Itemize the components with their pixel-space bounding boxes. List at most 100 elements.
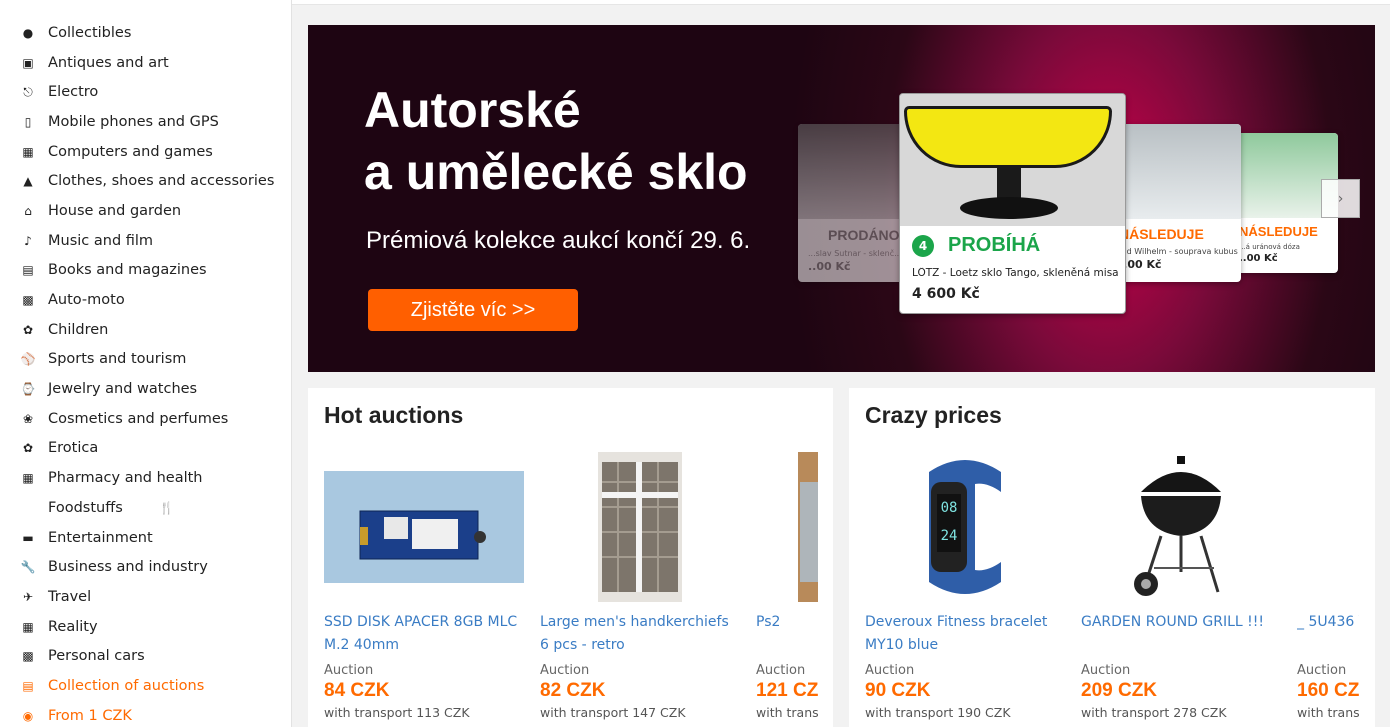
music-note-icon: ♪ (24, 233, 32, 248)
sidebar-item-label: Sports and tourism (48, 351, 187, 368)
svg-text:08: 08 (941, 500, 958, 516)
product-price: 209 CZK (1081, 680, 1158, 701)
auction-card-status: PROBÍHÁ (948, 234, 1041, 256)
sidebar-item-from-1-czk[interactable]: ◉ From 1 CZK (0, 701, 291, 727)
product-transport-price: with transport 278 CZK (1081, 705, 1227, 720)
sidebar-item-label: Personal cars (48, 648, 145, 665)
sidebar-item-auto-moto[interactable]: ▩ Auto-moto (0, 285, 291, 315)
crazy-prices-title: Crazy prices (865, 402, 1002, 428)
sidebar-item-label: Clothes, shoes and accessories (48, 173, 275, 190)
gamepad-icon: ▦ (22, 144, 34, 159)
sidebar-item-label: Electro (48, 84, 99, 101)
sidebar-item-foodstuffs[interactable]: Foodstuffs 🍴 (0, 493, 291, 523)
sidebar-item-label: Reality (48, 618, 98, 635)
sidebar-item-label: Jewelry and watches (48, 381, 198, 398)
sidebar-item-clothes[interactable]: ▲ Clothes, shoes and accessories (0, 166, 291, 196)
sidebar-item-collectibles[interactable]: ● Collectibles (0, 18, 291, 48)
coins-icon: ● (22, 25, 34, 40)
sidebar-item-music[interactable]: ♪ Music and film (0, 226, 291, 256)
sidebar-item-label: Books and magazines (48, 262, 207, 279)
sidebar-item-collection-of-auctions[interactable]: ▤ Collection of auctions (0, 671, 291, 701)
sidebar-item-business[interactable]: 🔧 Business and industry (0, 552, 291, 582)
clapper-icon: ▬ (22, 530, 34, 545)
sidebar-item-label: Erotica (48, 440, 99, 457)
hot-auctions-panel: Hot auctions SSD DISK APACER 8GB MLC M.2… (308, 388, 833, 727)
auction-number-badge: 4 (912, 234, 934, 257)
product-image[interactable] (798, 452, 818, 602)
sidebar-item-label: From 1 CZK (48, 707, 132, 724)
glass-bowl-shape (904, 106, 1112, 168)
sidebar-item-entertainment[interactable]: ▬ Entertainment (0, 523, 291, 553)
sidebar-item-pharmacy[interactable]: ▦ Pharmacy and health (0, 463, 291, 493)
product-image[interactable] (324, 452, 524, 602)
stroller-icon: ✿ (22, 322, 34, 337)
product-image[interactable]: 08 24 (915, 452, 1015, 602)
product-image[interactable] (1297, 452, 1359, 602)
open-book-icon: ▤ (22, 678, 34, 693)
product-price: 160 CZK (1297, 680, 1359, 701)
coin-icon: ◉ (22, 708, 34, 723)
sidebar-item-erotica[interactable]: ✿ Erotica (0, 434, 291, 464)
auction-card-desc: ...d Wilhelm - souprava kubus (1119, 247, 1238, 256)
sidebar-item-personal-cars[interactable]: ▩ Personal cars (0, 641, 291, 671)
product-transport-price: with transport (1297, 705, 1359, 720)
product-type: Auction (1081, 663, 1131, 678)
sidebar-item-antiques[interactable]: ▣ Antiques and art (0, 48, 291, 78)
banner-subtitle: Prémiová kolekce aukcí končí 29. 6. (366, 227, 751, 254)
promo-banner[interactable]: Autorské a umělecké sklo Prémiová kolekc… (308, 25, 1375, 372)
product-title-link[interactable]: Ps2 (756, 611, 818, 657)
product-title-link[interactable]: SSD DISK APACER 8GB MLC M.2 40mm (324, 611, 520, 657)
phone-icon: ▯ (24, 114, 32, 129)
svg-text:24: 24 (941, 528, 958, 544)
learn-more-button[interactable]: Zjistěte víc >> (368, 289, 578, 331)
sidebar-item-label: Computers and games (48, 143, 213, 160)
sidebar-item-reality[interactable]: ▦ Reality (0, 612, 291, 642)
ps2-image (798, 452, 818, 602)
glass-bowl-foot (960, 197, 1058, 219)
auction-card-active[interactable]: 4 PROBÍHÁ LÖTZ - Loetz sklo Tango, sklen… (899, 93, 1126, 314)
product-title-link[interactable]: Deveroux Fitness bracelet MY10 blue (865, 611, 1061, 657)
sidebar-item-mobile[interactable]: ▯ Mobile phones and GPS (0, 107, 291, 137)
product-image[interactable] (598, 452, 682, 602)
carousel-next-button[interactable]: › (1321, 179, 1360, 218)
sidebar-item-label: Children (48, 321, 109, 338)
product-price: 84 CZK (324, 680, 390, 701)
sidebar-item-house[interactable]: ⌂ House and garden (0, 196, 291, 226)
house-icon: ⌂ (24, 203, 32, 218)
auction-card-desc: LÖTZ - Loetz sklo Tango, skleněná misa (912, 267, 1119, 279)
sidebar-item-books[interactable]: ▤ Books and magazines (0, 256, 291, 286)
banner-title-line-1: Autorské (364, 82, 581, 138)
product-type: Auction (540, 663, 590, 678)
auction-card-next-1[interactable]: NÁSLEDUJE ...d Wilhelm - souprava kubus … (1113, 124, 1241, 282)
sidebar-item-sports[interactable]: ⚾ Sports and tourism (0, 345, 291, 375)
sidebar-item-cosmetics[interactable]: ❀ Cosmetics and perfumes (0, 404, 291, 434)
wrench-icon: 🔧 (20, 560, 36, 575)
sidebar-item-travel[interactable]: ✈ Travel (0, 582, 291, 612)
product-title-link[interactable]: _ 5U436 Y SHELF TO (1297, 611, 1359, 657)
category-sidebar: ● Collectibles ▣ Antiques and art ⎋ Electro… (0, 0, 292, 727)
feather-icon: ✿ (22, 441, 34, 456)
hot-auctions-title: Hot auctions (324, 402, 464, 428)
product-transport-price: with transport 190 CZK (865, 705, 1011, 720)
sidebar-item-label: Cosmetics and perfumes (48, 410, 229, 427)
plug-icon: ⎋ (23, 84, 33, 99)
product-image[interactable] (1126, 452, 1236, 602)
product-title-link[interactable]: GARDEN ROUND GRILL !!! (1081, 611, 1277, 657)
watch-icon: ⌚ (20, 382, 36, 397)
product-transport-price: with transport 113 CZK (324, 705, 470, 720)
sidebar-item-electro[interactable]: ⎋ Electro (0, 77, 291, 107)
ball-icon: ⚾ (20, 352, 36, 367)
sidebar-item-computers[interactable]: ▦ Computers and games (0, 137, 291, 167)
airplane-icon: ✈ (22, 589, 34, 604)
product-title-link[interactable]: Large men's handkerchiefs 6 pcs - retro (540, 611, 736, 657)
ssd-disk-image (324, 471, 524, 583)
sidebar-item-children[interactable]: ✿ Children (0, 315, 291, 345)
product-type: Auction (324, 663, 374, 678)
auction-card-status-row: 4 PROBÍHÁ (912, 234, 1125, 257)
fitness-bracelet-image: 08 24 (915, 452, 1015, 602)
sidebar-item-label: Music and film (48, 232, 154, 249)
crazy-prices-panel: Crazy prices 08 24 Deveroux Fitness brac… (849, 388, 1375, 727)
product-type: Auction (865, 663, 915, 678)
auction-card-desc: ...á uránová dóza (1239, 243, 1300, 251)
sidebar-item-jewelry[interactable]: ⌚ Jewelry and watches (0, 374, 291, 404)
